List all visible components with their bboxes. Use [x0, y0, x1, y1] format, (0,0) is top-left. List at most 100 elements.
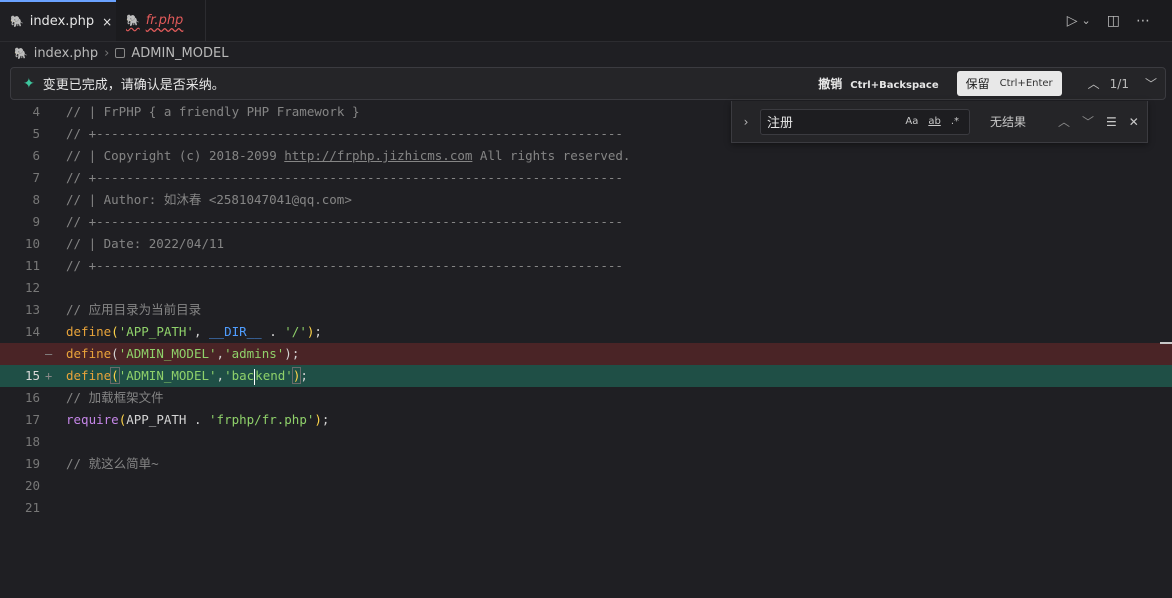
code-text: // | Copyright (c) 2018-2099 http://frph…: [66, 145, 630, 167]
code-line: 13 // 应用目录为当前目录: [0, 299, 1172, 321]
find-input[interactable]: 注册 Aa ab .*: [760, 108, 970, 135]
match-case-toggle[interactable]: Aa: [905, 116, 918, 127]
code-token: 'frphp/fr.php': [209, 412, 315, 427]
breadcrumb: 🐘 index.php › ADMIN_MODEL: [0, 41, 1172, 65]
code-token: define: [66, 346, 112, 361]
inline-change-review-bar: ✦ 变更已完成，请确认是否采纳。 撤销 Ctrl+Backspace 保留 Ctr…: [10, 67, 1166, 100]
whole-word-toggle[interactable]: ab: [928, 116, 940, 127]
line-number: 9: [32, 214, 40, 229]
code-token: (: [111, 324, 119, 339]
code-text: // +------------------------------------…: [66, 258, 623, 273]
find-widget: › 注册 Aa ab .* 无结果 ︿ ﹀ ☰ ✕: [731, 101, 1148, 143]
find-result-count: 无结果: [990, 115, 1027, 129]
code-token: ;: [300, 368, 308, 383]
line-number: 14: [24, 324, 40, 339]
chevron-up-icon[interactable]: ︿: [1088, 75, 1100, 92]
code-line: 19 // 就这么简单~: [0, 453, 1172, 475]
close-icon[interactable]: ✕: [1129, 115, 1139, 129]
code-token: ;: [314, 324, 322, 339]
line-number: 7: [32, 170, 40, 185]
code-text-pre: // | Copyright (c) 2018-2099: [66, 148, 285, 163]
scrollbar-position-marker[interactable]: [1160, 342, 1172, 344]
php-elephant-icon: 🐘: [14, 46, 28, 60]
breadcrumb-file[interactable]: index.php: [34, 46, 98, 61]
code-line: 12: [0, 277, 1172, 299]
line-number: 4: [32, 104, 40, 119]
code-token: ;: [321, 412, 330, 427]
more-actions-icon[interactable]: ⋯: [1136, 13, 1150, 29]
breadcrumb-symbol[interactable]: ADMIN_MODEL: [131, 46, 228, 61]
php-elephant-icon: 🐘: [10, 15, 24, 28]
line-number: 18: [24, 434, 40, 449]
change-message: 变更已完成，请确认是否采纳。: [42, 78, 225, 93]
code-token: ,: [193, 324, 210, 339]
code-token: 'bac: [224, 368, 255, 383]
php-elephant-icon: 🐘: [126, 14, 140, 27]
code-line: 20: [0, 475, 1172, 497]
chevron-down-icon[interactable]: ﹀: [1082, 113, 1094, 130]
keep-button[interactable]: 保留 Ctrl+Enter: [956, 71, 1062, 96]
code-text: define('ADMIN_MODEL','backend');: [66, 365, 308, 387]
code-line-removed: — define('ADMIN_MODEL','admins');: [0, 343, 1172, 365]
undo-button[interactable]: 撤销 Ctrl+Backspace: [818, 75, 938, 92]
code-text: define('ADMIN_MODEL','admins');: [66, 343, 299, 365]
editor-actions: ▷ ⌄ ◫ ⋯: [1067, 0, 1172, 41]
code-token: 'ADMIN_MODEL': [118, 346, 217, 361]
code-token: ,: [216, 368, 225, 383]
code-line: 16 // 加载框架文件: [0, 387, 1172, 409]
constant-symbol-icon: [115, 48, 126, 58]
code-text: // 加载框架文件: [66, 390, 164, 405]
line-number: 6: [32, 148, 40, 163]
code-token: ): [314, 412, 322, 427]
chevron-down-icon[interactable]: ⌄: [1082, 14, 1091, 27]
line-number: 11: [24, 258, 40, 273]
code-token: (: [110, 367, 120, 384]
keep-label: 保留: [965, 77, 990, 91]
code-line: 7 // +----------------------------------…: [0, 167, 1172, 189]
tab-fr-php[interactable]: 🐘 fr.php: [116, 0, 206, 41]
line-number: 5: [32, 126, 40, 141]
code-text: // +------------------------------------…: [66, 214, 623, 229]
line-number: 21: [24, 500, 40, 515]
chevron-up-icon[interactable]: ︿: [1058, 113, 1070, 130]
code-text-post: All rights reserved.: [472, 148, 631, 163]
chevron-right-icon[interactable]: ›: [732, 115, 760, 129]
code-link[interactable]: http://frphp.jizhicms.com: [284, 148, 472, 163]
code-text: // 就这么简单~: [66, 456, 159, 471]
split-editor-icon[interactable]: ◫: [1107, 13, 1120, 29]
line-number: 12: [24, 280, 40, 295]
code-token: ,: [216, 346, 225, 361]
code-token: kend': [255, 368, 293, 383]
code-text: // | Date: 2022/04/11: [66, 236, 225, 251]
undo-label: 撤销: [818, 77, 843, 91]
code-token: __DIR__: [209, 324, 262, 339]
line-number: 19: [24, 456, 40, 471]
code-line: 18: [0, 431, 1172, 453]
code-line: 8 // | Author: 如沐春 <2581047041@qq.com>: [0, 189, 1172, 211]
line-number: 15: [24, 368, 40, 383]
code-text: define('APP_PATH', __DIR__ . '/');: [66, 321, 322, 343]
tab-bar: 🐘 index.php × 🐘 fr.php ▷ ⌄ ◫ ⋯: [0, 0, 1172, 42]
change-counter: 1/1: [1109, 76, 1129, 91]
chevron-down-icon[interactable]: ﹀: [1145, 75, 1157, 92]
line-number: 13: [24, 302, 40, 317]
find-query: 注册: [767, 116, 794, 131]
diff-removed-marker: —: [45, 347, 53, 361]
close-icon[interactable]: ×: [102, 15, 112, 29]
code-token: define: [66, 324, 112, 339]
chevron-right-icon: ›: [104, 45, 110, 61]
run-icon[interactable]: ▷: [1067, 13, 1078, 29]
code-text: require(APP_PATH . 'frphp/fr.php');: [66, 409, 329, 431]
tab-label: fr.php: [145, 13, 184, 28]
tab-label: index.php: [29, 14, 95, 29]
tab-index-php[interactable]: 🐘 index.php ×: [0, 0, 116, 41]
code-line: 11 // +---------------------------------…: [0, 255, 1172, 277]
code-token: (: [111, 346, 119, 361]
code-text: // | FrPHP { a friendly PHP Framework }: [66, 104, 360, 119]
code-editor[interactable]: 4 // | FrPHP { a friendly PHP Framework …: [0, 101, 1172, 598]
line-number: 10: [24, 236, 40, 251]
regex-toggle[interactable]: .*: [951, 116, 959, 127]
find-in-selection-icon[interactable]: ☰: [1106, 115, 1117, 129]
line-number: 8: [32, 192, 40, 207]
code-token: 'admins': [224, 346, 285, 361]
